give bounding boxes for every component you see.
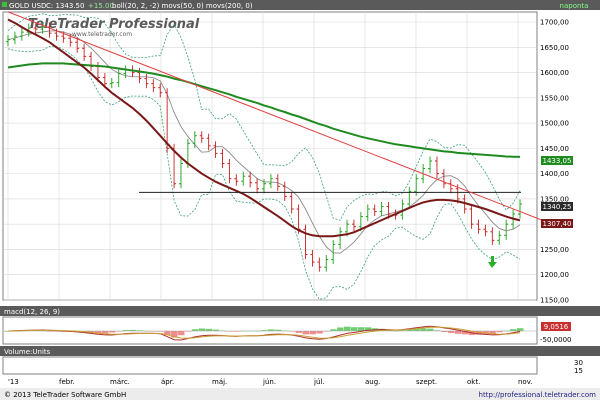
- sma200-badge: 1433,05: [541, 156, 573, 165]
- price-tick-label: 1700,00: [540, 19, 569, 27]
- svg-text:1340,25: 1340,25: [543, 203, 572, 211]
- price-tick-label: 1250,00: [540, 246, 569, 254]
- volume-tick-bottom: 15: [574, 367, 583, 375]
- macd-histogram-bar: [302, 331, 310, 335]
- volume-panel: [2, 356, 538, 375]
- macd-tick: -50,0000: [540, 336, 571, 344]
- period-label[interactable]: napontа: [560, 2, 589, 10]
- price-tick-label: 1200,00: [540, 271, 569, 279]
- chart-window: GOLD USD C: 1343.50 +15.00 boll(20, 2, -…: [0, 0, 600, 400]
- month-tick-label: márc.: [110, 378, 130, 386]
- volume-tick-top: 30: [574, 359, 583, 367]
- svg-text:1307,40: 1307,40: [543, 220, 572, 228]
- macd-histogram-bar: [447, 331, 455, 333]
- indicators-label: boll(20, 2, -2) movs(50, 0) movs(200, 0): [112, 2, 253, 10]
- macd-histogram-bar: [454, 331, 462, 334]
- copyright-text: © 2013 TeleTrader Software GmbH: [4, 391, 126, 399]
- sma50-badge: 1307,40: [541, 219, 573, 228]
- month-tick-label: jún.: [262, 378, 276, 386]
- month-tick-label: máj.: [212, 378, 227, 386]
- volume-title: Volume:Units: [4, 348, 51, 356]
- macd-histogram-bar: [295, 331, 303, 333]
- footer-link[interactable]: http://professional.teletrader.com: [479, 391, 597, 399]
- price-tick-label: 1450,00: [540, 145, 569, 153]
- logo-url: www.teletrader.com: [72, 31, 132, 38]
- month-tick-label: okt.: [467, 378, 480, 386]
- month-tick-label: nov.: [518, 378, 533, 386]
- macd-histogram-bar: [420, 328, 427, 331]
- macd-histogram-bar: [101, 331, 109, 334]
- macd-histogram-bar: [357, 327, 365, 331]
- change-label: +15.00: [88, 2, 114, 10]
- macd-histogram-bar: [337, 327, 344, 331]
- month-tick-label: júl.: [313, 378, 325, 386]
- month-tick-label: szept.: [416, 378, 437, 386]
- macd-value-badge: 9,0516: [541, 322, 571, 331]
- macd-histogram-bar: [330, 329, 337, 331]
- macd-histogram-bar: [344, 326, 351, 331]
- macd-header: [0, 306, 600, 316]
- instrument-label: GOLD USD: [9, 2, 46, 10]
- macd-histogram-bar: [309, 331, 316, 335]
- price-tick-label: 1600,00: [540, 69, 569, 77]
- macd-histogram-bar: [177, 331, 185, 336]
- status-square-icon: [2, 2, 7, 7]
- macd-histogram-bar: [427, 328, 434, 331]
- month-tick-label: '13: [8, 378, 19, 386]
- macd-histogram-bar: [191, 329, 199, 331]
- macd-histogram-bar: [198, 328, 206, 331]
- macd-title: macd(12, 26, 9): [4, 308, 60, 316]
- price-tick-label: 1550,00: [540, 94, 569, 102]
- macd-histogram-bar: [350, 327, 358, 331]
- macd-histogram-bar: [316, 331, 323, 334]
- month-tick-label: ápr.: [161, 378, 174, 386]
- date-axis: '13 febr. márc. ápr. máj. jún. júl. aug. szept. o…: [8, 378, 533, 386]
- price-tick-label: 1400,00: [540, 170, 569, 178]
- price-tick-label: 1650,00: [540, 44, 569, 52]
- macd-histogram-bar: [205, 328, 213, 331]
- macd-histogram-bar: [510, 329, 517, 331]
- volume-header: [0, 346, 600, 356]
- close-badge: 1340,25: [541, 202, 573, 211]
- month-tick-label: aug.: [365, 378, 380, 386]
- price-tick-label: 1500,00: [540, 120, 569, 128]
- svg-text:9,0516: 9,0516: [544, 323, 569, 331]
- price-panel: [2, 11, 538, 301]
- svg-text:1433,05: 1433,05: [543, 157, 572, 165]
- chart-canvas[interactable]: GOLD USD C: 1343.50 +15.00 boll(20, 2, -…: [0, 0, 600, 400]
- price-tick-label: 1150,00: [540, 297, 569, 305]
- month-tick-label: febr.: [59, 378, 75, 386]
- close-label: C: 1343.50: [46, 2, 84, 10]
- macd-histogram-bar: [517, 328, 524, 331]
